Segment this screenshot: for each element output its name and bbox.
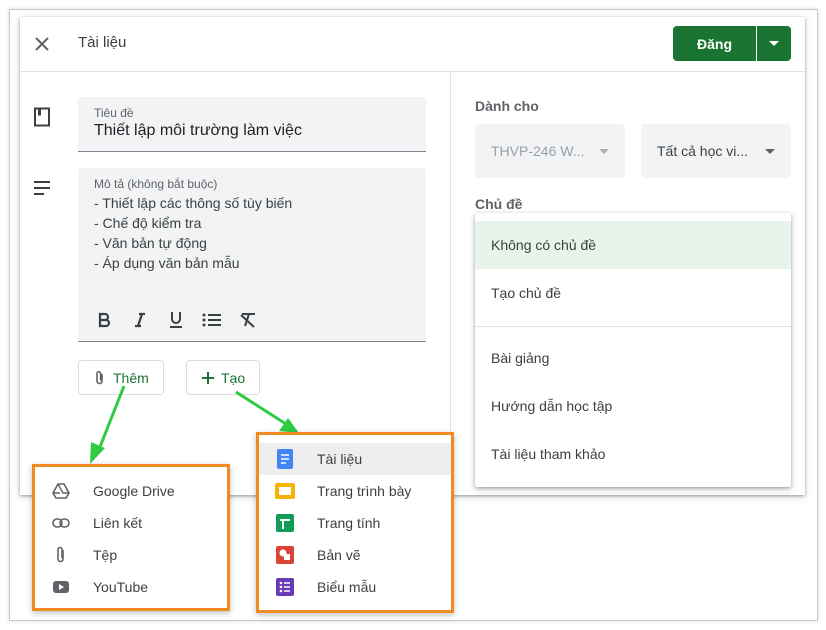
create-menu: Tài liệu Trang trình bày Trang tính Bản …	[256, 432, 454, 613]
create-option-sheets[interactable]: Trang tính	[275, 507, 380, 539]
slides-icon	[275, 481, 295, 501]
add-option-youtube[interactable]: YouTube	[51, 571, 148, 603]
add-menu: Google Drive Liên kết Tệp YouTube	[32, 464, 230, 611]
add-option-label: Google Drive	[93, 483, 175, 499]
add-option-file[interactable]: Tệp	[51, 539, 117, 571]
drawings-icon	[275, 545, 295, 565]
forms-icon	[275, 577, 295, 597]
create-option-label: Tài liệu	[317, 451, 363, 467]
arrow-line	[96, 385, 126, 453]
docs-icon	[275, 449, 295, 469]
arrow-head	[90, 442, 105, 464]
youtube-icon	[51, 577, 71, 597]
drive-icon	[51, 481, 71, 501]
create-option-slides[interactable]: Trang trình bày	[275, 475, 411, 507]
add-option-label: YouTube	[93, 579, 149, 595]
create-option-label: Trang tính	[317, 515, 381, 531]
arrow-line	[235, 390, 287, 426]
add-option-drive[interactable]: Google Drive	[51, 475, 175, 507]
create-option-forms[interactable]: Biểu mẫu	[275, 571, 376, 603]
link-icon	[51, 513, 71, 533]
create-option-drawings[interactable]: Bản vẽ	[275, 539, 361, 571]
add-option-label: Tệp	[93, 547, 118, 563]
add-option-link[interactable]: Liên kết	[51, 507, 142, 539]
create-option-label: Bản vẽ	[317, 547, 361, 563]
sheets-icon	[275, 513, 295, 533]
attachment-icon	[51, 545, 71, 565]
create-option-docs[interactable]: Tài liệu	[275, 443, 362, 475]
create-option-label: Biểu mẫu	[317, 579, 377, 595]
create-option-label: Trang trình bày	[317, 483, 412, 499]
add-option-label: Liên kết	[93, 515, 143, 531]
